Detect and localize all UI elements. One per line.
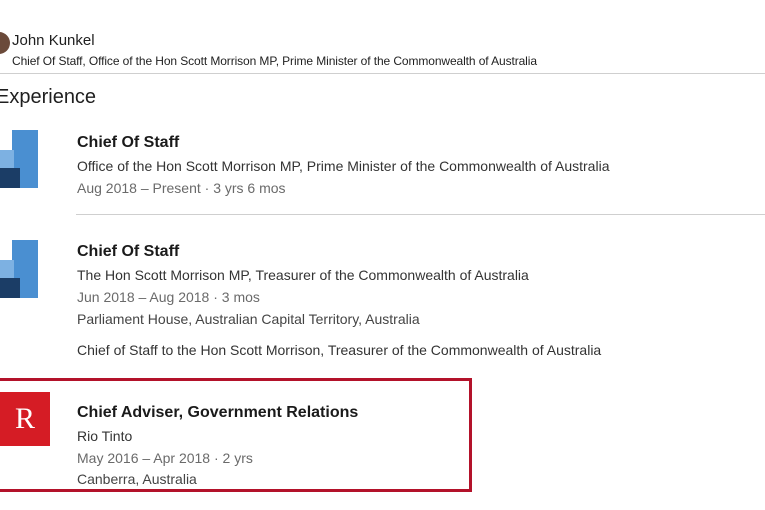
divider [0, 73, 765, 74]
company-logo-icon[interactable] [0, 130, 46, 188]
job-description: Chief of Staff to the Hon Scott Morrison… [77, 342, 602, 358]
job-title[interactable]: Chief Adviser, Government Relations [77, 404, 358, 422]
job-organization: The Hon Scott Morrison MP, Treasurer of … [77, 267, 529, 283]
divider [76, 214, 765, 215]
job-location: Canberra, Australia [77, 471, 197, 487]
job-organization: Office of the Hon Scott Morrison MP, Pri… [77, 158, 610, 174]
job-dates: May 2016 – Apr 2018 · 2 yrs [77, 450, 253, 466]
job-title[interactable]: Chief Of Staff [77, 243, 179, 261]
profile-headline: Chief Of Staff, Office of the Hon Scott … [12, 54, 537, 68]
job-title[interactable]: Chief Of Staff [77, 134, 179, 152]
profile-name[interactable]: John Kunkel [12, 32, 95, 49]
highlight-box [0, 378, 472, 492]
avatar[interactable] [0, 32, 10, 54]
job-dates: Jun 2018 – Aug 2018 · 3 mos [77, 289, 260, 305]
experience-section-title: Experience [0, 86, 97, 108]
rio-tinto-logo-icon[interactable]: R [0, 392, 50, 446]
job-location: Parliament House, Australian Capital Ter… [77, 311, 420, 327]
company-logo-icon[interactable] [0, 240, 46, 298]
job-dates: Aug 2018 – Present · 3 yrs 6 mos [77, 180, 286, 196]
job-organization: Rio Tinto [77, 428, 133, 444]
